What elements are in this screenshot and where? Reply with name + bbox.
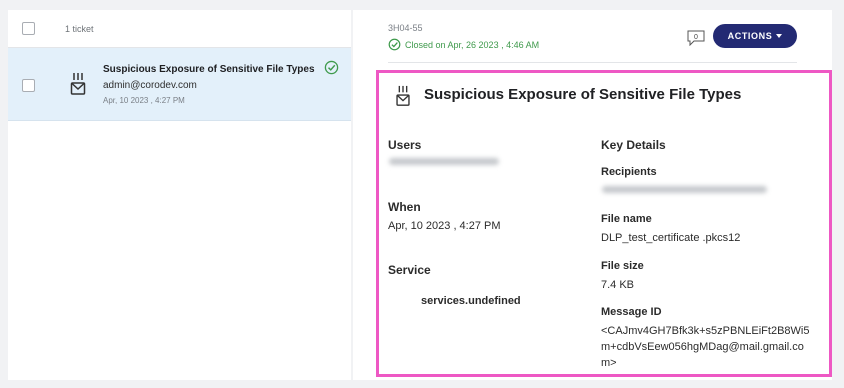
ticket-date: Apr, 10 2023 , 4:27 PM xyxy=(103,96,185,105)
ticket-email: admin@corodev.com xyxy=(103,80,197,91)
caret-down-icon xyxy=(776,34,783,38)
actions-button-label: ACTIONS xyxy=(727,31,773,41)
ticket-checkbox[interactable] xyxy=(22,79,35,92)
when-value: Apr, 10 2023 , 4:27 PM xyxy=(388,220,501,232)
ticket-count: 1 ticket xyxy=(65,23,94,34)
ticket-details-card: Suspicious Exposure of Sensitive File Ty… xyxy=(376,70,832,377)
service-label: Service xyxy=(388,263,431,277)
comment-icon: 0 xyxy=(687,30,705,47)
users-value-redacted xyxy=(389,158,499,165)
comment-count-button[interactable]: 0 xyxy=(686,30,706,47)
comment-count: 0 xyxy=(694,34,698,41)
message-id-label: Message ID xyxy=(601,306,662,318)
actions-button[interactable]: ACTIONS xyxy=(713,24,797,48)
select-all-checkbox[interactable] xyxy=(22,22,35,35)
key-details-label: Key Details xyxy=(601,138,666,152)
check-circle-icon xyxy=(324,60,339,75)
ticket-list-header: 1 ticket xyxy=(8,10,351,48)
users-label: Users xyxy=(388,138,422,152)
file-size-value: 7.4 KB xyxy=(601,279,635,291)
email-alert-icon xyxy=(396,85,410,106)
ticket-id: 3H04-55 xyxy=(388,23,423,33)
file-size-label: File size xyxy=(601,260,644,272)
service-value: services.undefined xyxy=(421,295,521,307)
detail-title: Suspicious Exposure of Sensitive File Ty… xyxy=(424,86,742,103)
file-name-label: File name xyxy=(601,213,652,225)
email-alert-icon xyxy=(70,73,86,95)
recipients-label: Recipients xyxy=(601,166,657,178)
ticket-list-panel: 1 ticket Suspicious Exposure of Sensitiv… xyxy=(8,10,351,380)
ticket-list-item[interactable]: Suspicious Exposure of Sensitive File Ty… xyxy=(8,48,351,121)
header-divider xyxy=(388,62,797,63)
recipients-value-redacted xyxy=(602,186,767,193)
closed-status: Closed on Apr, 26 2023 , 4:46 AM xyxy=(405,40,540,50)
check-circle-icon xyxy=(388,38,401,51)
file-name-value: DLP_test_certificate .pkcs12 xyxy=(601,232,741,244)
ticket-detail-panel: 3H04-55 Closed on Apr, 26 2023 , 4:46 AM… xyxy=(353,10,832,380)
ticket-title: Suspicious Exposure of Sensitive File Ty… xyxy=(103,64,315,75)
when-label: When xyxy=(388,200,421,214)
message-id-value: <CAJmv4GH7Bfk3k+s5zPBNLEiFt2B8Wi5m+cdbVs… xyxy=(601,325,810,369)
